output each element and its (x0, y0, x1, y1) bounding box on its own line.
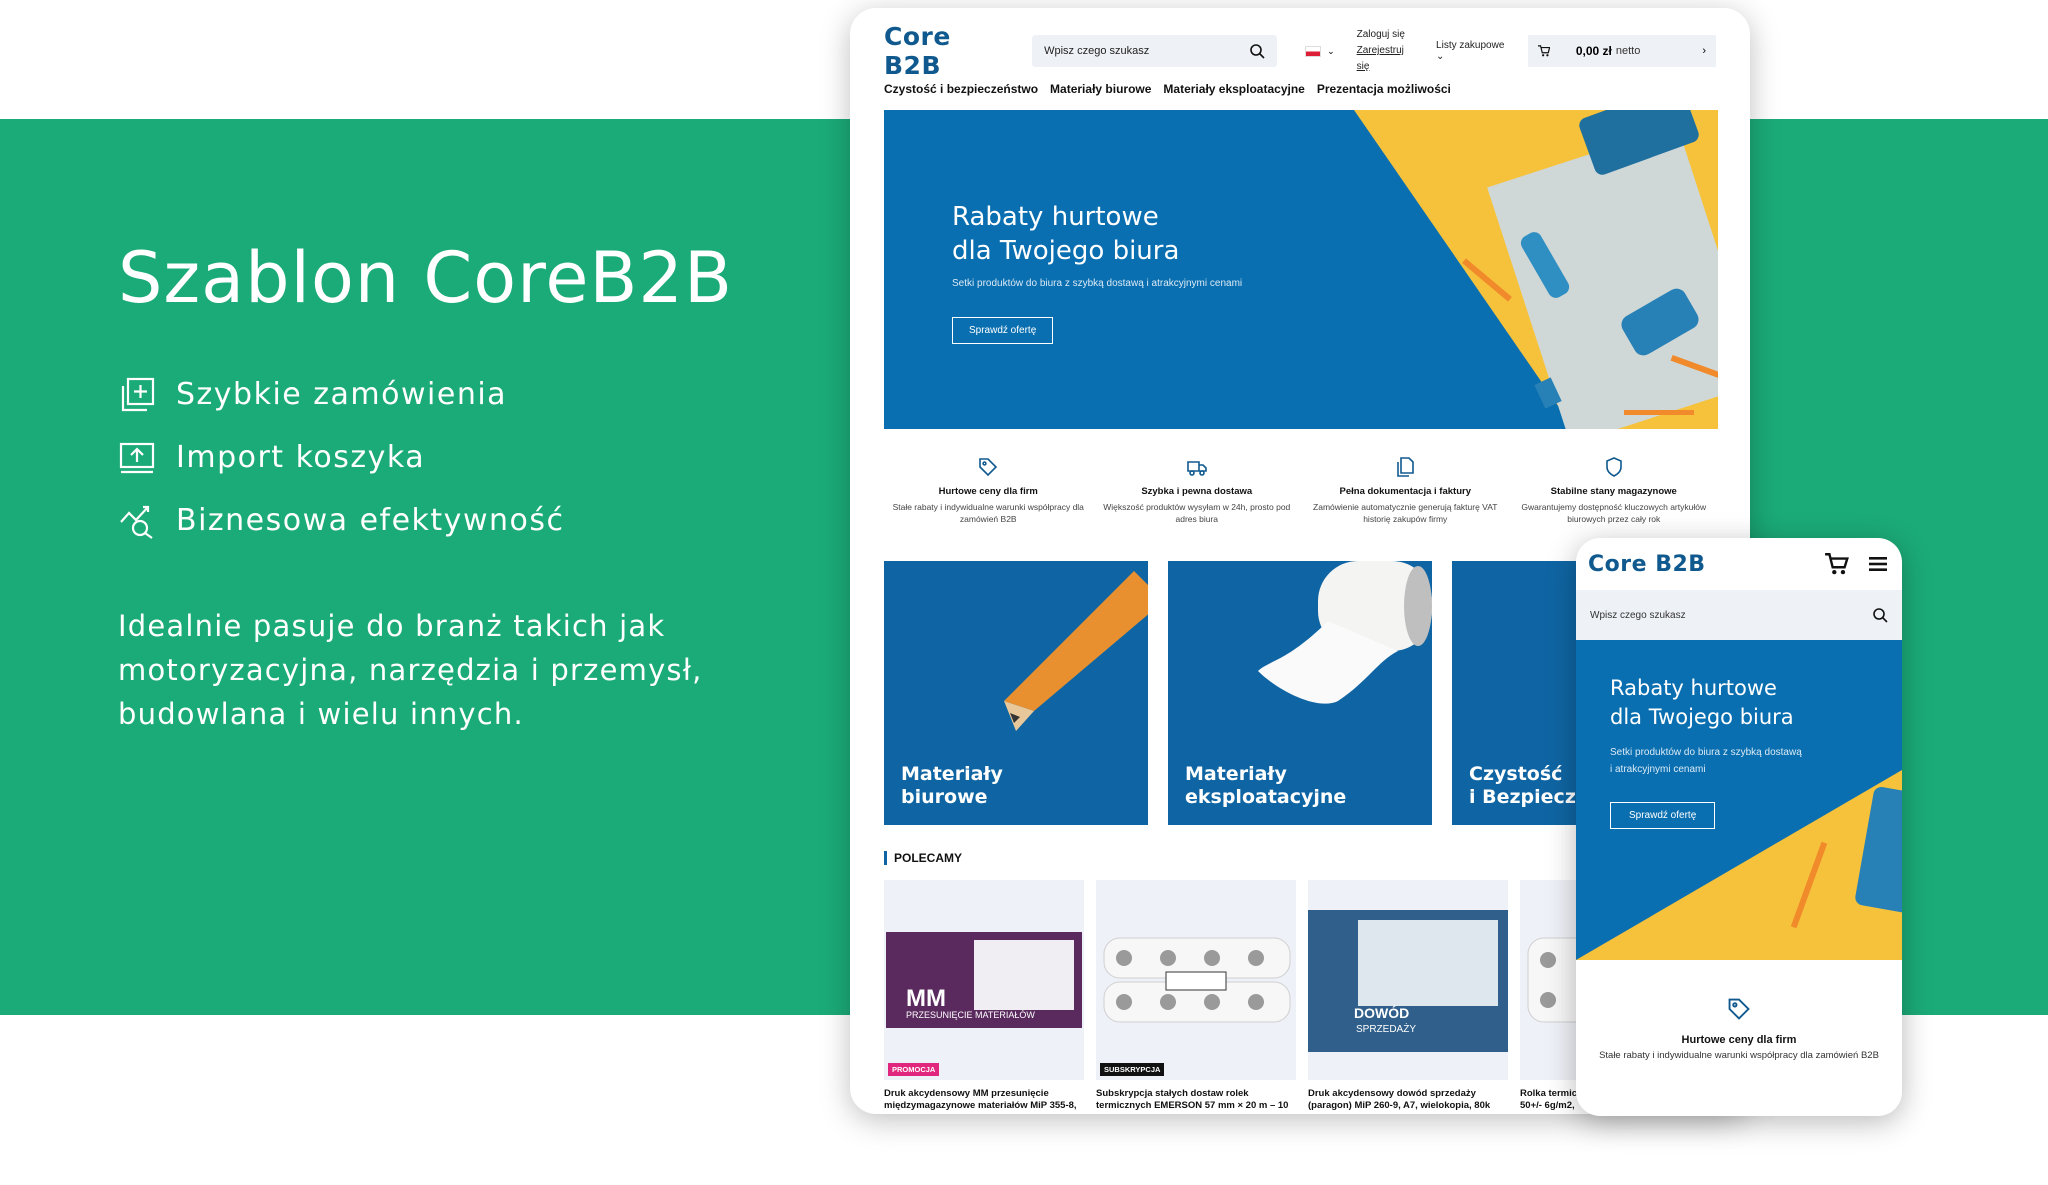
hero-title: Rabaty hurtowe dla Twojego biura (1610, 676, 1794, 729)
nav-item-cleanliness[interactable]: Czystość i bezpieczeństwo (884, 82, 1038, 96)
shopping-lists-menu[interactable]: Listy zakupowe ⌄ (1436, 40, 1514, 62)
nav-item-consumables[interactable]: Materiały eksploatacyjne (1163, 82, 1304, 96)
hero-banner: Rabaty hurtowe dla Twojego biura Setki p… (1576, 640, 1902, 960)
product-image: DOWÓD SPRZEDAŻY (1308, 880, 1508, 1080)
usp-item: Stabilne stany magazynowe Gwarantujemy d… (1510, 456, 1719, 525)
recommended-heading: POLECAMY (884, 851, 962, 865)
hero-subtitle: Setki produktów do biura z szybką dostaw… (952, 278, 1243, 289)
usp-row: Hurtowe ceny dla firm Stałe rabaty i ind… (884, 456, 1718, 525)
shield-icon (1605, 457, 1622, 477)
category-nav: Czystość i bezpieczeństwo Materiały biur… (884, 82, 1451, 96)
logo[interactable]: Core B2B (1588, 552, 1706, 577)
desktop-header: Core B2B Wpisz czego szukasz ⌄ Zaloguj s… (884, 22, 1716, 80)
subscription-badge: SUBSKRYPCJA (1100, 1063, 1165, 1076)
cart-button[interactable]: 0,00 zł netto › (1527, 35, 1716, 67)
mobile-header: Core B2B (1576, 538, 1902, 590)
paper-rolls-artwork (1103, 937, 1291, 1023)
cart-amount: 0,00 zł (1575, 44, 1612, 58)
product-image: SUBSKRYPCJA (1096, 880, 1296, 1080)
language-selector[interactable]: ⌄ (1305, 45, 1335, 57)
cart-icon[interactable] (1824, 551, 1850, 577)
check-offer-button[interactable]: Sprawdź ofertę (1610, 802, 1716, 829)
analytics-search-icon (120, 505, 153, 539)
hero-artwork (1354, 110, 1718, 429)
product-card[interactable]: SUBSKRYPCJA Subskrypcja stałych dostaw r… (1096, 880, 1296, 1112)
logo[interactable]: Core B2B (884, 22, 1014, 80)
feature-item: Import koszyka (118, 426, 758, 489)
search-input[interactable]: Wpisz czego szukasz (1032, 35, 1278, 67)
category-label: Materiały biurowe (901, 763, 1003, 808)
feature-item: Szybkie zamówienia (118, 363, 758, 426)
poland-flag-icon (1305, 45, 1322, 57)
product-name: Subskrypcja stałych dostaw rolek termiczn… (1096, 1088, 1289, 1111)
feature-list: Szybkie zamówienia Import koszyka Biznes… (118, 363, 758, 552)
usp-item: Hurtowe ceny dla firm Stałe rabaty i ind… (884, 456, 1093, 525)
check-offer-button[interactable]: Sprawdź ofertę (952, 317, 1054, 344)
description: Idealnie pasuje do branż takich jak moto… (118, 609, 703, 731)
usp-item: Hurtowe ceny dla firm Stałe rabaty i ind… (1576, 996, 1902, 1061)
search-icon[interactable] (1872, 607, 1888, 623)
cart-netto-label: netto (1615, 45, 1641, 57)
usp-item: Pełna dokumentacja i faktury Zamówienie … (1301, 456, 1510, 525)
chevron-right-icon: › (1702, 45, 1706, 57)
category-label: Czystość i Bezpiecze (1469, 763, 1589, 808)
marketing-panel: Szablon CoreB2B Szybkie zamówienia Impor… (118, 240, 758, 736)
tag-icon (1728, 998, 1750, 1020)
chevron-down-icon: ⌄ (1436, 51, 1445, 62)
account-links: Zaloguj się Zarejestruj się (1357, 27, 1418, 75)
main-title: Szablon CoreB2B (118, 237, 733, 319)
product-name: Druk akcydensowy MM przesunięcie międzyma… (884, 1088, 1077, 1111)
product-name: Druk akcydensowy dowód sprzedaży (paragon… (1308, 1088, 1491, 1111)
feature-item: Biznesowa efektywność (118, 489, 758, 552)
feature-label: Szybkie zamówienia (176, 377, 508, 412)
mobile-mockup: Core B2B Wpisz czego szukasz Rabaty hurt… (1576, 538, 1902, 1116)
usp-item: Szybka i pewna dostawa Większość produkt… (1093, 456, 1302, 525)
upload-screen-icon (119, 442, 155, 473)
category-label: Materiały eksploatacyjne (1185, 763, 1347, 808)
hamburger-menu-icon[interactable] (1866, 552, 1890, 576)
truck-icon (1186, 461, 1207, 476)
hero-title: Rabaty hurtowe dla Twojego biura (952, 202, 1180, 266)
category-tile-office[interactable]: Materiały biurowe (884, 561, 1148, 825)
cart-icon (1537, 45, 1550, 57)
feature-label: Import koszyka (176, 440, 426, 475)
register-link[interactable]: Zarejestruj się (1357, 43, 1418, 75)
product-image: MM PRZESUNIĘCIE MATERIAŁÓW PROMOCJA (884, 880, 1084, 1080)
promo-badge: PROMOCJA (888, 1063, 940, 1076)
feature-label: Biznesowa efektywność (176, 503, 565, 538)
nav-item-showcase[interactable]: Prezentacja możliwości (1317, 82, 1451, 96)
category-tile-consumables[interactable]: Materiały eksploatacyjne (1168, 561, 1432, 825)
tag-icon (979, 458, 998, 477)
login-link[interactable]: Zaloguj się (1357, 27, 1418, 43)
search-icon[interactable] (1249, 43, 1265, 59)
search-input[interactable]: Wpisz czego szukasz (1576, 590, 1902, 640)
add-square-icon (121, 377, 155, 411)
documents-icon (1397, 457, 1415, 477)
chevron-down-icon: ⌄ (1327, 45, 1335, 56)
hero-subtitle: Setki produktów do biura z szybką dostaw… (1610, 747, 1802, 775)
product-card[interactable]: DOWÓD SPRZEDAŻY Druk akcydensowy dowód s… (1308, 880, 1508, 1112)
product-card[interactable]: MM PRZESUNIĘCIE MATERIAŁÓW PROMOCJA Druk… (884, 880, 1084, 1112)
hero-banner: Rabaty hurtowe dla Twojego biura Setki p… (884, 110, 1718, 429)
nav-item-office[interactable]: Materiały biurowe (1050, 82, 1151, 96)
